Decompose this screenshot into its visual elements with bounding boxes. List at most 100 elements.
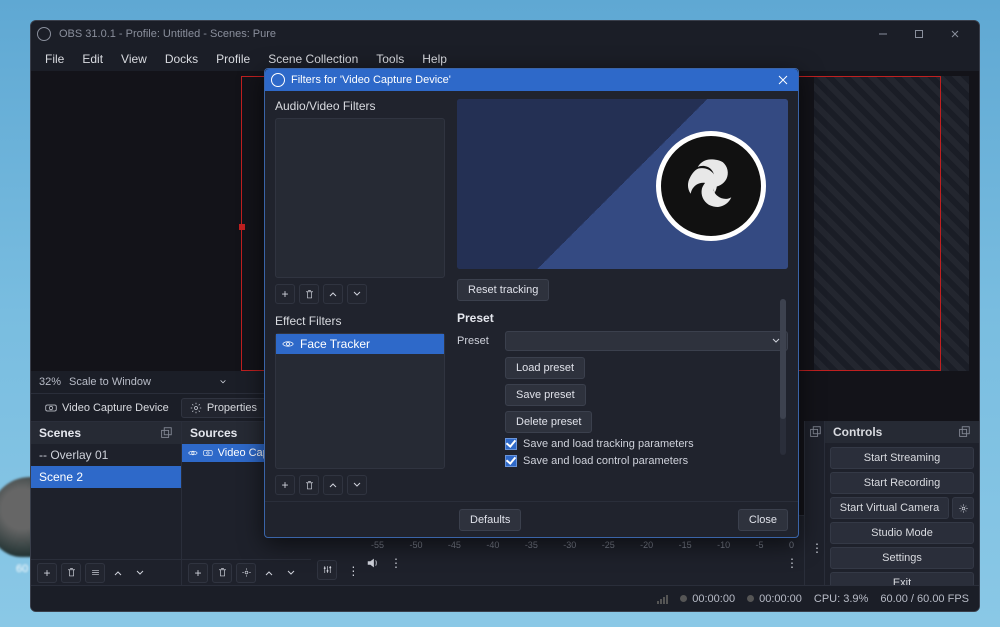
chevron-up-icon <box>328 480 338 490</box>
chevron-up-icon <box>264 568 274 578</box>
save-control-checkbox-row[interactable]: Save and load control parameters <box>505 455 788 467</box>
scale-mode-dropdown[interactable]: Scale to Window <box>69 376 151 388</box>
controls-header[interactable]: Controls <box>825 421 979 443</box>
reset-tracking-button[interactable]: Reset tracking <box>457 279 549 301</box>
transition-panel-collapsed: ⋮ <box>804 421 824 585</box>
chevron-up-icon <box>328 289 338 299</box>
start-streaming-button[interactable]: Start Streaming <box>830 447 974 469</box>
menu-file[interactable]: File <box>37 50 72 68</box>
dialog-titlebar[interactable]: Filters for 'Video Capture Device' <box>265 69 798 91</box>
menu-edit[interactable]: Edit <box>74 50 111 68</box>
titlebar[interactable]: OBS 31.0.1 - Profile: Untitled - Scenes:… <box>31 21 979 47</box>
add-effect-filter-button[interactable]: + <box>275 475 295 495</box>
menu-help[interactable]: Help <box>414 50 455 68</box>
mixer-settings-button[interactable] <box>317 560 337 580</box>
load-preset-button[interactable]: Load preset <box>505 357 585 379</box>
source-properties-button[interactable] <box>236 563 256 583</box>
close-icon <box>778 75 788 85</box>
preset-dropdown[interactable] <box>505 331 788 351</box>
trash-icon <box>304 480 315 491</box>
av-filter-down-button[interactable] <box>347 284 367 304</box>
remove-av-filter-button[interactable] <box>299 284 319 304</box>
trash-icon <box>217 567 228 578</box>
maximize-button[interactable] <box>901 21 937 47</box>
dialog-title: Filters for 'Video Capture Device' <box>291 74 451 86</box>
mixer-menu-button[interactable]: ⋮ <box>786 556 798 570</box>
effect-filters-toolbar: + <box>275 475 445 495</box>
menu-view[interactable]: View <box>113 50 155 68</box>
cpu-usage: CPU: 3.9% <box>814 593 868 605</box>
popout-icon[interactable] <box>808 425 822 439</box>
effect-filters-list[interactable]: Face Tracker <box>275 333 445 469</box>
remove-scene-button[interactable] <box>61 563 81 583</box>
dialog-close-button[interactable] <box>774 71 792 89</box>
delete-preset-button[interactable]: Delete preset <box>505 411 592 433</box>
gear-icon <box>958 503 969 514</box>
menu-tools[interactable]: Tools <box>368 50 412 68</box>
chevron-up-icon <box>113 568 123 578</box>
settings-button[interactable]: Settings <box>830 547 974 569</box>
add-source-button[interactable]: + <box>188 563 208 583</box>
save-tracking-checkbox-row[interactable]: Save and load tracking parameters <box>505 438 788 450</box>
eye-icon[interactable] <box>188 447 198 459</box>
obs-logo <box>656 131 766 241</box>
start-recording-button[interactable]: Start Recording <box>830 472 974 494</box>
camera-icon <box>203 447 213 459</box>
defaults-button[interactable]: Defaults <box>459 509 521 531</box>
network-indicator <box>657 594 668 604</box>
speaker-icon[interactable] <box>366 556 380 570</box>
save-preset-button[interactable]: Save preset <box>505 384 586 406</box>
properties-scrollbar[interactable] <box>780 299 786 455</box>
start-virtual-camera-button[interactable]: Start Virtual Camera <box>830 497 949 519</box>
scene-down-button[interactable] <box>131 563 149 583</box>
scrollbar-thumb[interactable] <box>780 299 786 419</box>
close-button[interactable] <box>937 21 973 47</box>
add-av-filter-button[interactable]: + <box>275 284 295 304</box>
chevron-down-icon <box>135 568 145 578</box>
scene-row[interactable]: Scene 2 <box>31 466 181 488</box>
effect-filter-down-button[interactable] <box>347 475 367 495</box>
dialog-close-footer-button[interactable]: Close <box>738 509 788 531</box>
menu-profile[interactable]: Profile <box>208 50 258 68</box>
add-scene-button[interactable]: + <box>37 563 57 583</box>
scenes-header[interactable]: Scenes <box>31 422 181 444</box>
checkbox-checked-icon[interactable] <box>505 438 517 450</box>
studio-mode-button[interactable]: Studio Mode <box>830 522 974 544</box>
remove-effect-filter-button[interactable] <box>299 475 319 495</box>
scene-row[interactable]: -- Overlay 01 <box>31 444 181 466</box>
streaming-time: 00:00:00 <box>747 593 802 605</box>
zoom-percent: 32% <box>39 376 61 388</box>
effect-filter-row[interactable]: Face Tracker <box>276 334 444 354</box>
popout-icon[interactable] <box>159 426 173 440</box>
properties-button[interactable]: Properties <box>181 398 266 418</box>
filters-lists-column: Audio/Video Filters + Effect Filters Fac… <box>275 99 445 495</box>
resize-handle-left[interactable] <box>239 224 245 230</box>
sources-toolbar: + <box>182 559 311 585</box>
scene-filters-button[interactable] <box>85 563 105 583</box>
menu-scene-collection[interactable]: Scene Collection <box>260 50 366 68</box>
popout-icon[interactable] <box>957 425 971 439</box>
db-scale: -55-50-45 -40-35-30 -25-20-15 -10-50 <box>371 540 794 550</box>
scene-up-button[interactable] <box>109 563 127 583</box>
checkbox-checked-icon[interactable] <box>505 455 517 467</box>
virtual-camera-settings-button[interactable] <box>952 497 974 519</box>
mixer-more-button[interactable]: ⋮ <box>344 561 362 581</box>
effect-filter-up-button[interactable] <box>323 475 343 495</box>
remove-source-button[interactable] <box>212 563 232 583</box>
source-up-button[interactable] <box>260 563 278 583</box>
selected-source-chip[interactable]: Video Capture Device <box>37 399 177 417</box>
eye-icon[interactable] <box>282 338 294 350</box>
selected-source-name: Video Capture Device <box>62 402 169 414</box>
av-filter-up-button[interactable] <box>323 284 343 304</box>
scenes-list[interactable]: -- Overlay 01 Scene 2 <box>31 444 181 559</box>
av-filters-list[interactable] <box>275 118 445 278</box>
menu-docks[interactable]: Docks <box>157 50 206 68</box>
minimize-button[interactable] <box>865 21 901 47</box>
statusbar: 00:00:00 00:00:00 CPU: 3.9% 60.00 / 60.0… <box>31 585 979 611</box>
source-down-button[interactable] <box>282 563 300 583</box>
transition-menu-button[interactable]: ⋮ <box>811 541 823 555</box>
chevron-down-icon[interactable] <box>219 378 227 386</box>
gear-icon <box>241 567 252 578</box>
trash-icon <box>66 567 77 578</box>
obs-icon <box>37 27 51 41</box>
